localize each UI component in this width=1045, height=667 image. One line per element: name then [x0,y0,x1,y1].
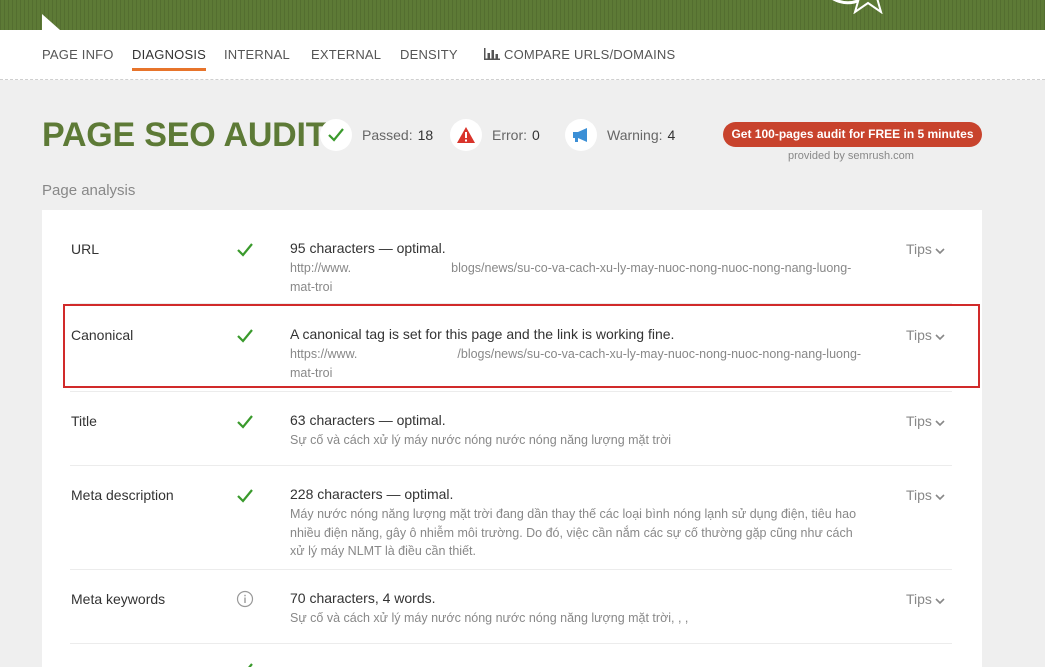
tips-toggle[interactable]: Tips [906,591,945,607]
bar-chart-icon [484,48,500,60]
check-icon [237,415,253,429]
row-detail: Máy nước nóng năng lượng mặt trời đang d… [290,507,857,558]
error-triangle-icon [457,127,475,143]
passed-count: 18 [417,127,434,143]
tab-page-info[interactable]: PAGE INFO [42,47,114,62]
tab-density[interactable]: DENSITY [400,47,458,62]
passed-label: Passed: [362,127,413,143]
chevron-down-icon [935,598,945,605]
row-detail: Sự cố và cách xử lý máy nước nóng nước n… [290,433,672,447]
highlight-box [63,304,980,388]
chevron-down-icon [935,248,945,255]
row-label: Title [71,413,97,429]
row-label: Meta description [71,487,174,503]
check-icon [328,128,344,142]
section-label: Page analysis [42,182,136,199]
row-label: Meta keywords [71,591,166,607]
row-message: 70 characters, 4 words. [290,590,436,606]
tab-external[interactable]: EXTERNAL [311,47,381,62]
warning-stat: Warning: 4 [565,119,675,151]
table-row: Title 63 characters — optimal. Sự cố và … [70,392,952,466]
megaphone-icon [573,128,587,142]
top-banner [0,0,1045,30]
tips-label: Tips [906,241,932,257]
free-audit-button[interactable]: Get 100-pages audit for FREE in 5 minute… [723,122,982,147]
tab-diagnosis[interactable]: DIAGNOSIS [132,47,207,71]
passed-icon-circle [320,119,352,151]
error-icon-circle [450,119,482,151]
chevron-down-icon [935,420,945,427]
check-icon [237,489,253,503]
tips-label: Tips [906,591,932,607]
error-label: Error: [492,127,527,143]
tab-compare-urls[interactable]: COMPARE URLS/DOMAINS [484,47,675,62]
tips-toggle[interactable]: Tips [906,413,945,429]
warning-label: Warning: [607,127,663,143]
check-icon [237,243,253,257]
row-detail: Sự cố và cách xử lý máy nước nóng nước n… [290,611,689,625]
error-count: 0 [532,127,540,143]
table-row: Meta keywords 70 characters, 4 words. Sự… [70,570,952,644]
row-message: 63 characters — optimal. [290,412,446,428]
badge-icon [832,0,883,14]
tips-toggle[interactable]: Tips [906,241,945,257]
provided-by-text: provided by semrush.com [788,150,914,162]
row-label: URL [71,241,100,257]
table-row: Meta description 228 characters — optima… [70,466,952,570]
redaction-mask [351,259,452,278]
warning-count: 4 [667,127,676,143]
tab-compare-urls-label: COMPARE URLS/DOMAINS [504,47,676,62]
row-detail: http://www. blogs/news/su-co-va-cach-xu-l… [290,259,865,296]
info-icon [236,590,254,608]
table-row: URL 95 characters — optimal. http://www.… [70,210,952,304]
tips-label: Tips [906,413,932,429]
nav-bar: PAGE INFO DIAGNOSIS INTERNAL EXTERNAL DE… [0,30,1045,80]
page-title: PAGE SEO AUDIT [42,116,327,154]
error-stat: Error: 0 [450,119,540,151]
chevron-down-icon [935,494,945,501]
tips-toggle[interactable]: Tips [906,487,945,503]
row-message: 228 characters — optimal. [290,486,454,502]
row-message: 95 characters — optimal. [290,240,446,256]
tips-label: Tips [906,487,932,503]
warning-icon-circle [565,119,597,151]
detail-prefix: http://www. [290,261,352,275]
analysis-card: URL 95 characters — optimal. http://www.… [42,210,982,667]
banner-notch [42,14,60,30]
check-icon [248,663,253,667]
passed-stat: Passed: 18 [320,119,433,151]
tab-internal[interactable]: INTERNAL [224,47,290,62]
